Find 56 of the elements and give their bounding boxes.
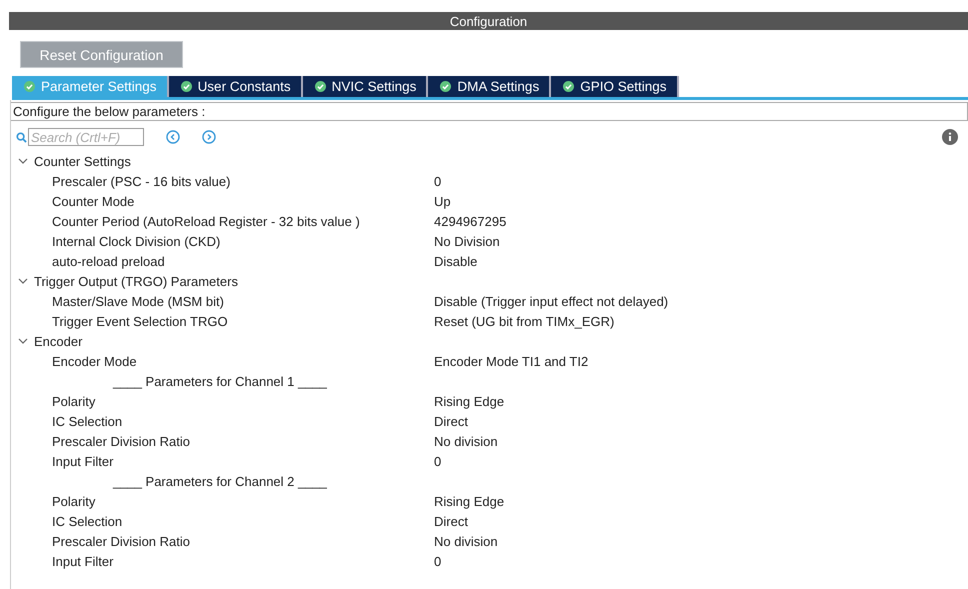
parameter-label: Internal Clock Division (CKD): [52, 234, 222, 248]
tab[interactable]: NVIC Settings: [302, 76, 428, 97]
tab[interactable]: DMA Settings: [428, 76, 552, 97]
expand-caret-icon[interactable]: [18, 336, 28, 346]
check-icon: [440, 81, 452, 92]
parameter-label: Counter Period (AutoReload Register - 32 bits value ): [52, 214, 361, 228]
tab[interactable]: GPIO Settings: [551, 76, 678, 97]
parameter-value[interactable]: Direct: [434, 514, 468, 528]
parameter-label: Master/Slave Mode (MSM bit): [52, 294, 225, 308]
parameter-label: Prescaler Division Ratio: [52, 534, 191, 548]
parameter-value[interactable]: 0: [434, 454, 442, 468]
parameter-value[interactable]: 4294967295: [434, 214, 506, 228]
check-icon: [24, 81, 35, 92]
section-label[interactable]: Encoder: [34, 334, 82, 348]
hint-text: Configure the below parameters :: [11, 102, 968, 121]
section-label[interactable]: Trigger Output (TRGO) Parameters: [34, 274, 238, 288]
channel-heading: ____ Parameters for Channel 1 ____: [113, 374, 327, 388]
parameter-value[interactable]: Rising Edge: [434, 394, 504, 408]
parameter-label: IC Selection: [52, 414, 124, 428]
parameter-value[interactable]: No Division: [434, 234, 500, 248]
previous-button[interactable]: [166, 130, 180, 144]
check-icon: [563, 81, 574, 92]
window-title: Configuration: [9, 12, 968, 30]
parameter-label: auto-reload preload: [52, 254, 166, 268]
search-field[interactable]: Search (Crtl+F): [28, 128, 144, 146]
check-icon: [314, 81, 326, 92]
expand-caret-icon[interactable]: [18, 156, 28, 166]
parameter-label: Trigger Event Selection TRGO: [52, 314, 229, 328]
section-label[interactable]: Counter Settings: [34, 154, 131, 168]
parameter-label: Input Filter: [52, 454, 114, 468]
expand-caret-icon[interactable]: [18, 276, 28, 286]
parameter-label: IC Selection: [52, 514, 124, 528]
parameter-label: Polarity: [52, 494, 96, 508]
parameter-value[interactable]: Encoder Mode TI1 and TI2: [434, 354, 588, 368]
channel-heading: ____ Parameters for Channel 2 ____: [113, 474, 327, 488]
parameter-label: Encoder Mode: [52, 354, 138, 368]
parameter-value[interactable]: Disable: [434, 254, 478, 268]
parameter-label: Counter Mode: [52, 194, 136, 208]
info-icon[interactable]: [942, 129, 958, 145]
parameter-value[interactable]: 0: [434, 174, 442, 188]
parameter-label: Input Filter: [52, 554, 114, 568]
parameter-value[interactable]: Rising Edge: [434, 494, 504, 508]
parameter-label: Prescaler Division Ratio: [52, 434, 191, 448]
parameter-value[interactable]: Up: [434, 194, 451, 208]
next-button[interactable]: [202, 130, 216, 144]
parameter-value[interactable]: Direct: [434, 414, 468, 428]
parameter-value[interactable]: 0: [434, 554, 442, 568]
check-icon: [180, 81, 192, 92]
parameter-value[interactable]: No division: [434, 534, 498, 548]
parameter-label: Prescaler (PSC - 16 bits value): [52, 174, 232, 188]
search-icon: [16, 132, 27, 142]
parameter-value[interactable]: Disable (Trigger input effect not delayed): [434, 294, 668, 308]
tab[interactable]: User Constants: [168, 76, 303, 97]
parameter-value[interactable]: No division: [434, 434, 498, 448]
parameter-value[interactable]: Reset (UG bit from TIMx_EGR): [434, 314, 614, 328]
parameter-label: Polarity: [52, 394, 96, 408]
